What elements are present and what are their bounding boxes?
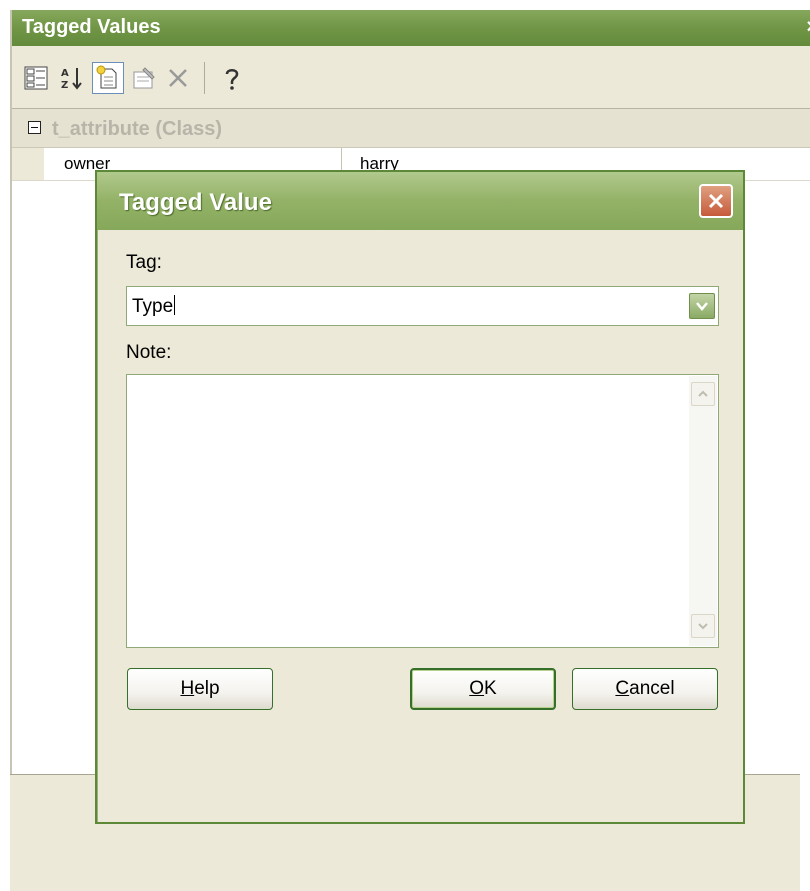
properties-icon[interactable] [128,62,160,94]
tagged-value-dialog: Tagged Value Tag: Type Note: Help O K C … [95,170,745,824]
cancel-button[interactable]: Cancel [572,668,718,710]
close-icon[interactable] [699,184,733,218]
help-button[interactable]: Help [127,668,273,710]
new-tag-icon[interactable] [92,62,124,94]
panel-close-icon[interactable]: × [806,16,810,39]
tag-label: Tag: [126,252,162,273]
scroll-up-icon[interactable] [691,382,715,406]
vertical-scrollbar[interactable] [689,376,717,646]
svg-text:Z: Z [61,80,68,91]
tag-combobox[interactable]: Type [126,286,719,326]
tag-input[interactable]: Type [132,295,176,318]
scroll-down-icon[interactable] [691,614,715,638]
chevron-down-icon[interactable] [689,293,715,319]
dialog-title: Tagged Value [119,189,272,216]
note-textarea[interactable] [126,374,719,648]
panel-title: Tagged Values [22,16,161,38]
dialog-title-bar: Tagged Value [97,172,743,230]
row-indent [12,148,44,180]
toolbar: A Z [12,46,810,109]
ok-button[interactable]: OK [410,668,556,710]
note-label: Note: [126,342,172,363]
delete-icon[interactable] [162,62,194,94]
sort-alphabetical-icon[interactable]: A Z [56,62,88,94]
collapse-icon[interactable] [28,121,41,134]
svg-text:A: A [61,68,69,79]
group-label: t_attribute (Class) [52,118,223,140]
categorized-view-icon[interactable] [20,62,52,94]
panel-title-bar: Tagged Values × [12,10,810,46]
group-header[interactable]: t_attribute (Class) [12,109,810,148]
help-icon[interactable] [216,62,248,94]
toolbar-separator [204,62,205,94]
